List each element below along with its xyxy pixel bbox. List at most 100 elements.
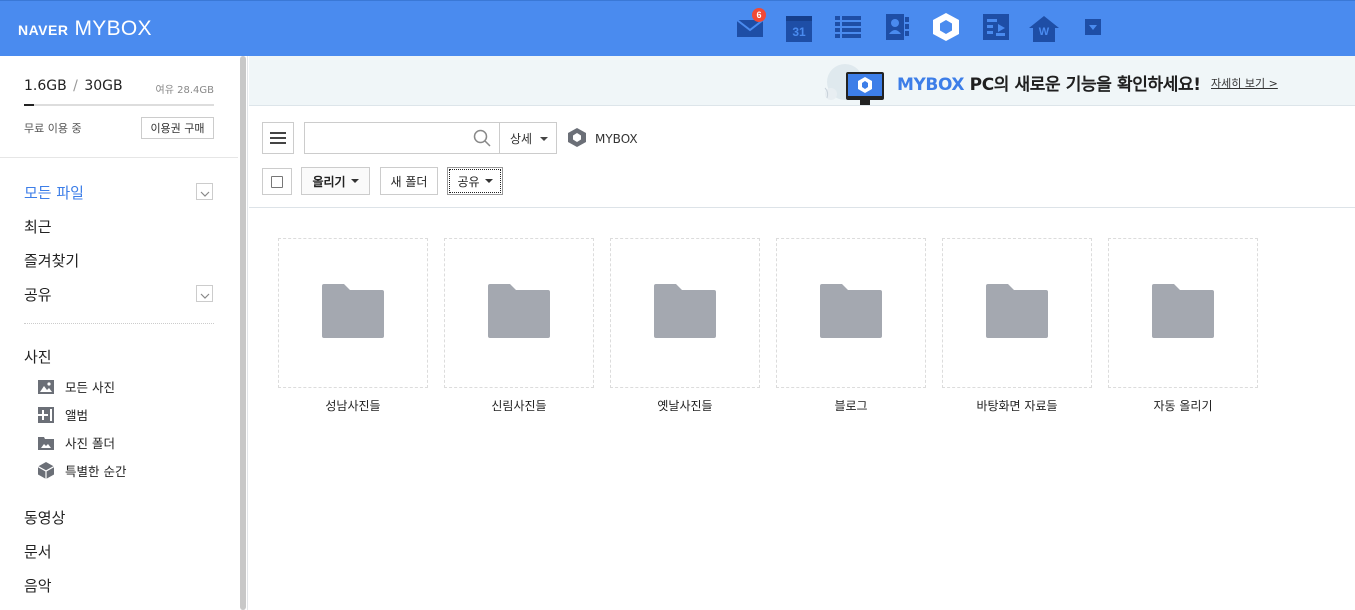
sidebar-scroll-thumb[interactable] [240, 56, 246, 610]
sidebar-item-recent[interactable]: 최근 [24, 216, 52, 237]
search-input[interactable] [313, 129, 468, 147]
calendar-day: 31 [792, 25, 806, 39]
folder-tile[interactable] [942, 238, 1092, 388]
caret-down-icon [484, 179, 493, 183]
folder-name[interactable]: 바탕화면 자료들 [942, 397, 1092, 414]
home-icon: W [1029, 16, 1059, 42]
folder-name[interactable]: 성남사진들 [278, 397, 428, 414]
sidebar-item-label: 사진 폴더 [65, 436, 115, 451]
select-all-checkbox[interactable] [262, 168, 292, 195]
folder-icon [1152, 284, 1214, 342]
album-plus-icon [38, 406, 54, 423]
storage-bar [24, 104, 214, 106]
sidebar-item-special-moments[interactable]: 특별한 순간 [38, 461, 126, 480]
sidebar-dotted-divider [24, 323, 214, 324]
upload-button[interactable]: 올리기 [301, 167, 370, 195]
breadcrumb-root[interactable]: MYBOX [595, 132, 638, 146]
share-button[interactable]: 공유 [447, 167, 503, 195]
top-bar: NAVER MYBOX 6 31 W [0, 0, 1355, 56]
image-icon [38, 379, 54, 395]
sidebar-item-photos[interactable]: 사진 [24, 346, 52, 367]
cube-icon [38, 462, 54, 479]
office-service-button[interactable] [980, 13, 1012, 45]
mybox-service-button[interactable] [930, 13, 962, 45]
upload-label: 올리기 [312, 174, 346, 189]
calendar-icon: 31 [786, 16, 812, 42]
search-box [304, 122, 500, 154]
photo-folder-icon [38, 435, 54, 451]
sidebar-item-albums[interactable]: 앨범 [38, 405, 88, 424]
promo-highlight: MYBOX [897, 75, 965, 95]
folder-tile[interactable] [610, 238, 760, 388]
hamburger-icon [270, 129, 286, 148]
home-service-button[interactable]: W [1028, 13, 1060, 45]
toolbar-divider [249, 207, 1355, 208]
checkbox-box [271, 175, 283, 188]
folder-name[interactable]: 블로그 [776, 397, 926, 414]
folder-icon [654, 284, 716, 342]
folder-name[interactable]: 신림사진들 [444, 397, 594, 414]
folder-tile[interactable] [1108, 238, 1258, 388]
office-icon [983, 14, 1009, 44]
search-icon[interactable] [473, 129, 491, 151]
logo[interactable]: NAVER MYBOX [18, 17, 152, 41]
naver-logo: NAVER [18, 22, 69, 38]
storage-free: 여유 28.4GB [155, 85, 214, 96]
sidebar-scrollbar[interactable] [238, 56, 248, 610]
folder-tile[interactable] [278, 238, 428, 388]
folder-tile[interactable] [776, 238, 926, 388]
promo-text: PC의 새로운 기능을 확인하세요! [964, 75, 1201, 95]
new-folder-button[interactable]: 새 폴더 [380, 167, 438, 195]
memo-service-button[interactable] [832, 13, 864, 45]
caret-down-icon [540, 137, 548, 141]
more-services-button[interactable] [1077, 13, 1109, 45]
app-title: MYBOX [74, 17, 152, 40]
sidebar-item-label: 특별한 순간 [65, 464, 127, 479]
sidebar-item-all-files[interactable]: 모든 파일 [24, 182, 84, 203]
contacts-service-button[interactable] [881, 13, 913, 45]
caret-down-icon [350, 179, 359, 183]
list-icon [835, 15, 861, 43]
promo-banner: MYBOX PC의 새로운 기능을 확인하세요! 자세히 보기 > [249, 56, 1355, 106]
folder-icon [986, 284, 1048, 342]
storage-separator: / [73, 78, 78, 94]
chevron-down-icon [200, 284, 210, 303]
sidebar-item-shared[interactable]: 공유 [24, 284, 52, 305]
sidebar-item-photo-folders[interactable]: 사진 폴더 [38, 433, 115, 452]
dropdown-icon [1085, 19, 1101, 39]
all-files-expand-button[interactable] [196, 183, 213, 200]
detail-label: 상세 [510, 131, 533, 146]
folder-name[interactable]: 옛날사진들 [610, 397, 760, 414]
sidebar-item-videos[interactable]: 동영상 [24, 507, 65, 528]
folder-icon [820, 284, 882, 342]
mybox-cube-icon [932, 12, 960, 46]
folder-name[interactable]: 자동 올리기 [1108, 397, 1258, 414]
contacts-icon [884, 14, 910, 44]
search-detail-dropdown[interactable]: 상세 [499, 122, 557, 154]
folder-icon [488, 284, 550, 342]
buy-plan-button[interactable]: 이용권 구매 [141, 117, 214, 139]
sidebar-item-label: 모든 사진 [65, 380, 115, 395]
sidebar-item-label: 앨범 [65, 408, 89, 423]
chevron-down-icon [200, 182, 210, 201]
share-label: 공유 [457, 174, 480, 189]
shared-expand-button[interactable] [196, 285, 213, 302]
home-icon-letter: W [1038, 26, 1050, 38]
promo-details-link[interactable]: 자세히 보기 > [1211, 75, 1278, 91]
folder-tile[interactable] [444, 238, 594, 388]
sidebar: 1.6GB / 30GB 여유 28.4GB 무료 이용 중 이용권 구매 모든… [0, 56, 238, 610]
view-menu-button[interactable] [262, 122, 294, 154]
mail-service-button[interactable]: 6 [734, 8, 766, 45]
storage-bar-fill [24, 104, 35, 106]
promo-message: MYBOX PC의 새로운 기능을 확인하세요! [897, 70, 1201, 95]
calendar-service-button[interactable]: 31 [783, 13, 815, 45]
sidebar-item-music[interactable]: 음악 [24, 575, 52, 596]
pc-monitor-icon [815, 62, 887, 110]
sidebar-item-documents[interactable]: 문서 [24, 541, 52, 562]
new-folder-label: 새 폴더 [390, 174, 428, 189]
breadcrumb: MYBOX [568, 128, 638, 150]
sidebar-divider [0, 157, 238, 158]
sidebar-item-favorites[interactable]: 즐겨찾기 [24, 250, 79, 271]
sidebar-item-all-photos[interactable]: 모든 사진 [38, 377, 115, 396]
storage-used: 1.6GB [24, 78, 67, 94]
